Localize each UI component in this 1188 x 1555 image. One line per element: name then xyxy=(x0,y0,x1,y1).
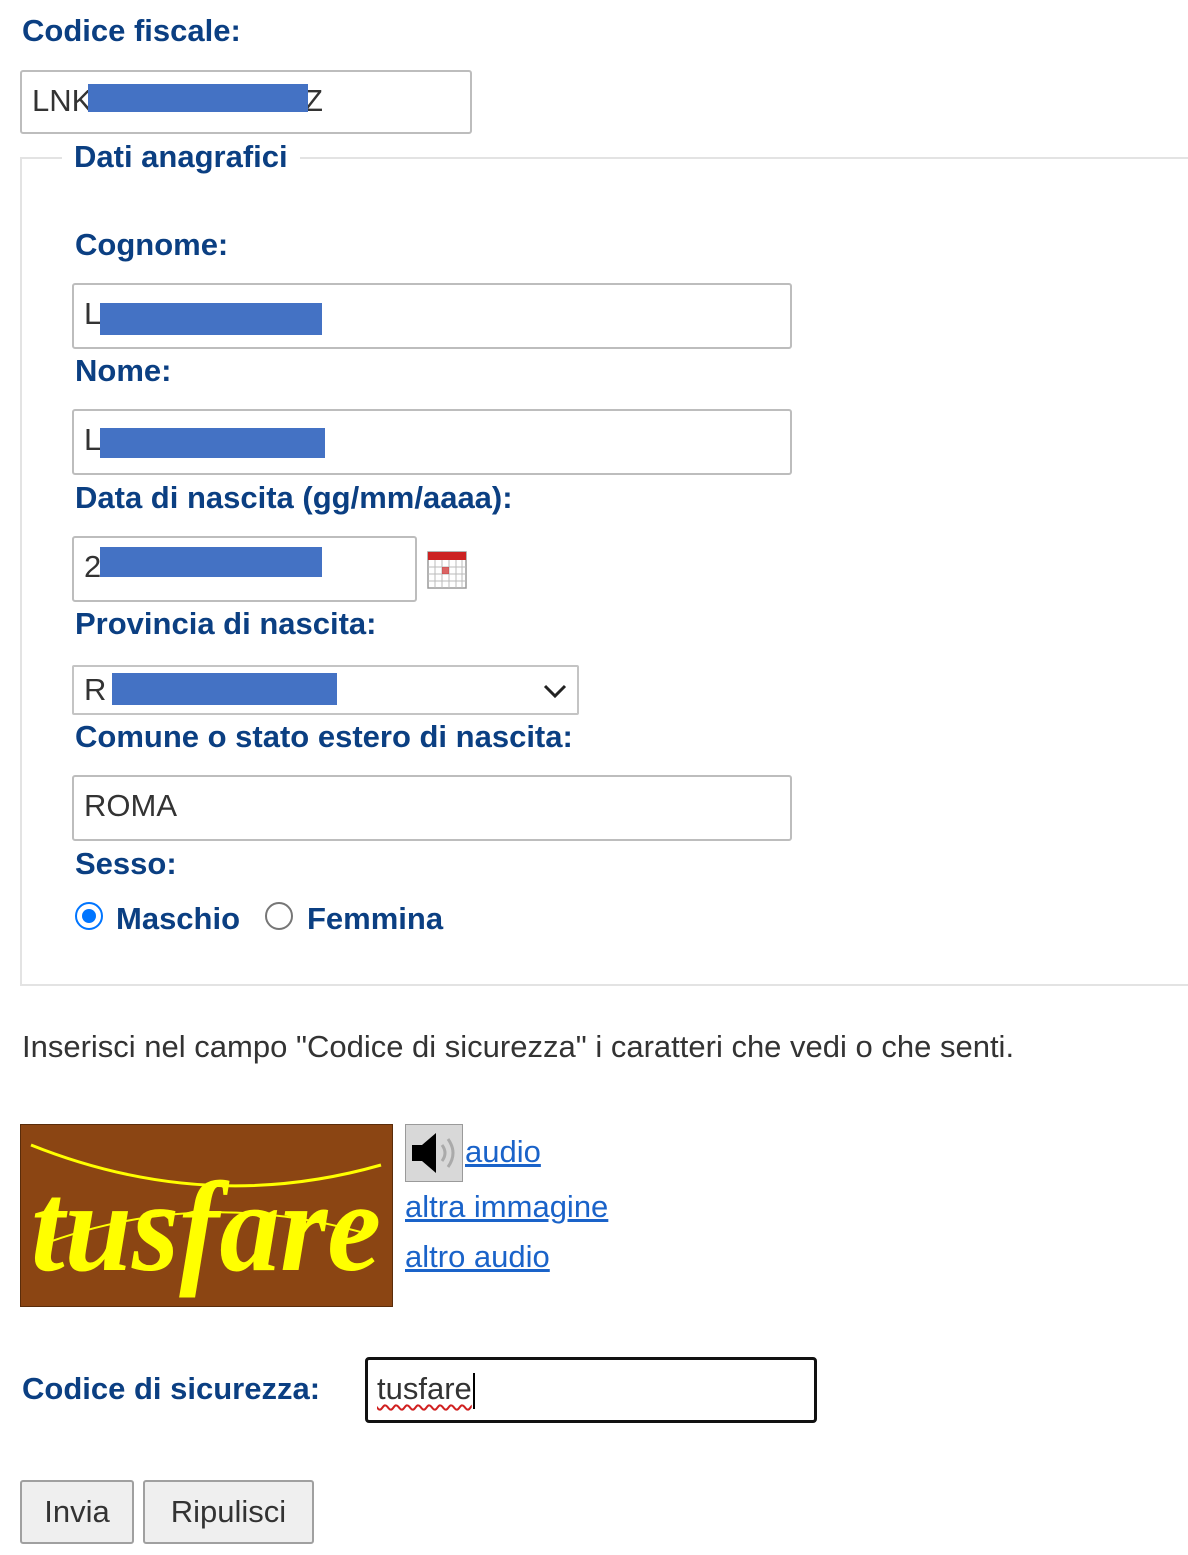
nome-value: L xyxy=(84,422,102,457)
captcha-instructions: Inserisci nel campo "Codice di sicurezza… xyxy=(22,1029,1015,1064)
maschio-label[interactable]: Maschio xyxy=(116,900,240,938)
codice-sicurezza-label: Codice di sicurezza: xyxy=(22,1371,321,1406)
data-nascita-label: Data di nascita (gg/mm/aaaa): xyxy=(75,480,513,515)
calendar-icon[interactable] xyxy=(427,551,467,589)
provincia-label: Provincia di nascita: xyxy=(75,606,377,641)
dati-anagrafici-legend: Dati anagrafici xyxy=(62,137,300,177)
radio-maschio[interactable] xyxy=(75,902,103,930)
audio-link[interactable]: audio xyxy=(465,1133,541,1171)
femmina-label[interactable]: Femmina xyxy=(307,900,443,938)
data-nascita-value: 2 xyxy=(84,549,102,584)
comune-label: Comune o stato estero di nascita: xyxy=(75,719,573,754)
altra-immagine-link[interactable]: altra immagine xyxy=(405,1188,608,1226)
captcha-text: tusfare xyxy=(31,1156,381,1298)
speaker-icon[interactable] xyxy=(405,1124,463,1182)
submit-button[interactable]: Invia xyxy=(20,1480,134,1544)
redaction-block xyxy=(100,428,325,458)
radio-femmina[interactable] xyxy=(265,902,293,930)
comune-input[interactable]: ROMA xyxy=(72,775,792,841)
redaction-block xyxy=(88,84,308,112)
codice-fiscale-prefix: LNK xyxy=(32,83,93,118)
codice-fiscale-label: Codice fiscale: xyxy=(22,13,241,48)
chevron-down-icon xyxy=(541,680,569,702)
reset-button[interactable]: Ripulisci xyxy=(143,1480,314,1544)
text-cursor xyxy=(472,1372,475,1409)
sesso-label: Sesso: xyxy=(75,846,177,881)
captcha-image: tusfare xyxy=(20,1124,393,1307)
nome-label: Nome: xyxy=(75,353,172,388)
cognome-value: L xyxy=(84,296,102,331)
cognome-label: Cognome: xyxy=(75,227,229,262)
codice-sicurezza-input[interactable]: tusfare xyxy=(365,1357,817,1423)
redaction-block xyxy=(100,547,322,577)
codice-sicurezza-value: tusfare xyxy=(377,1371,472,1406)
altro-audio-link[interactable]: altro audio xyxy=(405,1238,550,1276)
redaction-block xyxy=(112,673,337,705)
provincia-selected: R xyxy=(84,672,107,707)
redaction-block xyxy=(100,303,322,335)
comune-value: ROMA xyxy=(84,788,177,823)
